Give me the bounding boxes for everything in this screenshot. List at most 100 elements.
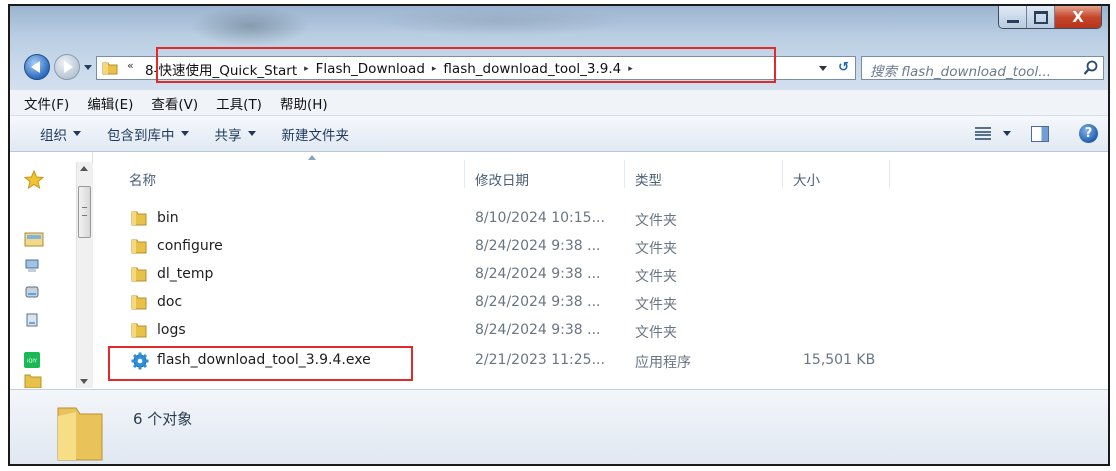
breadcrumb-item[interactable]: flash_download_tool_3.9.4 xyxy=(443,61,621,77)
folder-icon xyxy=(131,239,147,254)
chevron-down-icon xyxy=(180,131,189,136)
scroll-up-icon[interactable] xyxy=(80,166,88,171)
file-name: flash_download_tool_3.9.4.exe xyxy=(157,352,371,368)
folder-icon[interactable] xyxy=(24,374,42,388)
command-bar: 组织 包含到库中 共享 新建文件夹 ? xyxy=(10,116,1108,152)
breadcrumb-item[interactable]: 8-快速使用_Quick_Start xyxy=(145,59,297,79)
nav-scrollbar[interactable] xyxy=(76,162,93,388)
navigation-pane: iQIY xyxy=(10,152,93,388)
breadcrumb-item[interactable]: Flash_Download xyxy=(316,61,425,77)
network-drive-icon[interactable] xyxy=(24,312,40,328)
scroll-thumb[interactable] xyxy=(78,186,91,238)
file-name: logs xyxy=(157,322,186,338)
file-type: 文件夹 xyxy=(635,241,677,257)
file-name: dl_temp xyxy=(157,266,214,282)
file-date: 8/24/2024 9:38 ... xyxy=(475,322,601,338)
breadcrumb-separator-icon[interactable]: ▸ xyxy=(432,64,437,74)
file-type: 文件夹 xyxy=(635,213,677,229)
column-divider[interactable] xyxy=(782,160,783,188)
include-in-library-button[interactable]: 包含到库中 xyxy=(107,124,189,144)
file-date: 8/24/2024 9:38 ... xyxy=(475,238,601,254)
disk-icon[interactable] xyxy=(24,284,40,300)
column-divider[interactable] xyxy=(624,160,625,188)
new-folder-button[interactable]: 新建文件夹 xyxy=(282,124,350,144)
list-item[interactable]: dl_temp 8/24/2024 9:38 ... 文件夹 xyxy=(93,262,853,288)
column-header-name[interactable]: 名称 xyxy=(129,169,156,189)
breadcrumb-separator-icon[interactable]: ▸ xyxy=(628,64,633,74)
recent-pages-dropdown[interactable] xyxy=(84,65,92,70)
file-size: 15,501 KB xyxy=(803,352,876,368)
folder-large-icon xyxy=(57,407,103,461)
column-header-date[interactable]: 修改日期 xyxy=(475,169,529,189)
menu-view[interactable]: 查看(V) xyxy=(151,93,198,113)
view-options-icon[interactable] xyxy=(975,127,991,140)
address-dropdown-icon[interactable] xyxy=(819,66,827,71)
file-date: 8/24/2024 9:38 ... xyxy=(475,294,601,310)
refresh-icon[interactable]: ↺ xyxy=(838,60,849,75)
file-name: configure xyxy=(157,238,223,254)
forward-arrow-icon xyxy=(64,61,73,73)
address-bar[interactable]: « 8-快速使用_Quick_Start ▸ Flash_Download ▸ … xyxy=(96,56,856,80)
menu-file[interactable]: 文件(F) xyxy=(24,93,69,113)
organize-label: 组织 xyxy=(40,127,67,144)
list-item[interactable]: logs 8/24/2024 9:38 ... 文件夹 xyxy=(93,318,853,344)
column-header-size[interactable]: 大小 xyxy=(793,169,820,189)
menu-edit[interactable]: 编辑(E) xyxy=(87,93,133,113)
search-placeholder: 搜索 flash_download_tool... xyxy=(870,64,1052,80)
view-controls: ? xyxy=(975,116,1108,151)
organize-button[interactable]: 组织 xyxy=(40,124,81,144)
help-icon[interactable]: ? xyxy=(1079,124,1098,143)
gear-app-icon xyxy=(131,352,149,370)
list-item[interactable]: bin 8/10/2024 10:15... 文件夹 xyxy=(93,206,853,232)
chevron-down-icon xyxy=(247,131,256,136)
file-type: 应用程序 xyxy=(635,355,691,371)
breadcrumb-overflow-icon[interactable]: « xyxy=(127,59,134,72)
back-arrow-icon xyxy=(31,61,40,73)
file-name: doc xyxy=(157,294,183,310)
title-bar: X « 8-快速使用_Quick_Start ▸ Flash_Download … xyxy=(10,6,1108,90)
close-button[interactable]: X xyxy=(1055,6,1101,28)
explorer-window: X « 8-快速使用_Quick_Start ▸ Flash_Download … xyxy=(8,4,1110,466)
folder-icon xyxy=(131,323,147,338)
search-icon[interactable] xyxy=(1083,60,1099,76)
list-item[interactable]: flash_download_tool_3.9.4.exe 2/21/2023 … xyxy=(93,348,875,374)
minimize-button[interactable] xyxy=(999,6,1027,28)
list-item[interactable]: doc 8/24/2024 9:38 ... 文件夹 xyxy=(93,290,853,316)
folder-icon xyxy=(131,295,147,310)
computer-icon[interactable] xyxy=(24,258,40,274)
back-button[interactable] xyxy=(24,54,50,80)
view-dropdown-icon[interactable] xyxy=(1003,131,1011,136)
scroll-down-icon[interactable] xyxy=(80,379,88,384)
search-input[interactable]: 搜索 flash_download_tool... xyxy=(861,56,1104,80)
maximize-icon xyxy=(1033,10,1048,24)
close-icon: X xyxy=(1072,8,1084,26)
menu-tools[interactable]: 工具(T) xyxy=(216,93,262,113)
list-item[interactable]: configure 8/24/2024 9:38 ... 文件夹 xyxy=(93,234,853,260)
column-divider[interactable] xyxy=(464,160,465,188)
folder-icon xyxy=(131,211,147,226)
column-headers: 名称 修改日期 类型 大小 xyxy=(93,152,1108,189)
library-icon[interactable] xyxy=(24,230,44,248)
favorites-star-icon[interactable] xyxy=(24,170,44,190)
file-date: 8/24/2024 9:38 ... xyxy=(475,266,601,282)
minimize-icon xyxy=(1006,19,1019,23)
share-button[interactable]: 共享 xyxy=(215,124,256,144)
window-controls: X xyxy=(998,6,1102,29)
preview-pane-icon[interactable] xyxy=(1031,125,1049,142)
file-type: 文件夹 xyxy=(635,325,677,341)
navigation-row: « 8-快速使用_Quick_Start ▸ Flash_Download ▸ … xyxy=(10,50,1108,82)
maximize-button[interactable] xyxy=(1027,6,1055,28)
file-type: 文件夹 xyxy=(635,297,677,313)
file-name: bin xyxy=(157,210,179,226)
chevron-down-icon xyxy=(73,131,81,136)
column-header-type[interactable]: 类型 xyxy=(635,169,662,189)
share-label: 共享 xyxy=(214,127,242,144)
column-divider[interactable] xyxy=(889,160,890,188)
file-type: 文件夹 xyxy=(635,269,677,285)
iqiyi-app-icon[interactable]: iQIY xyxy=(24,352,40,368)
sort-ascending-icon xyxy=(308,155,316,160)
svg-text:iQIY: iQIY xyxy=(27,359,38,365)
breadcrumb-separator-icon[interactable]: ▸ xyxy=(304,64,309,74)
forward-button[interactable] xyxy=(54,54,80,80)
menu-help[interactable]: 帮助(H) xyxy=(280,93,328,113)
